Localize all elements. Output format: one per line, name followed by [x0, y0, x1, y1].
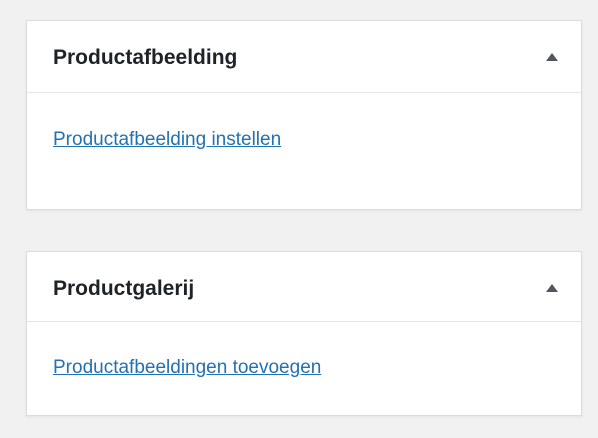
product-gallery-metabox: Productgalerij Productafbeeldingen toevo…: [26, 251, 582, 416]
product-image-header[interactable]: Productafbeelding: [27, 21, 581, 93]
collapse-toggle-button[interactable]: [541, 48, 563, 66]
product-gallery-title: Productgalerij: [53, 277, 195, 300]
triangle-up-icon: [546, 284, 558, 292]
product-image-title: Productafbeelding: [53, 46, 238, 69]
metabox-column: Productafbeelding Productafbeelding inst…: [0, 0, 598, 438]
product-gallery-header[interactable]: Productgalerij: [27, 252, 581, 322]
collapse-toggle-button[interactable]: [541, 279, 563, 297]
add-gallery-images-link[interactable]: Productafbeeldingen toevoegen: [53, 357, 321, 379]
set-product-image-link[interactable]: Productafbeelding instellen: [53, 129, 281, 151]
triangle-up-icon: [546, 53, 558, 61]
product-image-metabox: Productafbeelding Productafbeelding inst…: [26, 20, 582, 210]
